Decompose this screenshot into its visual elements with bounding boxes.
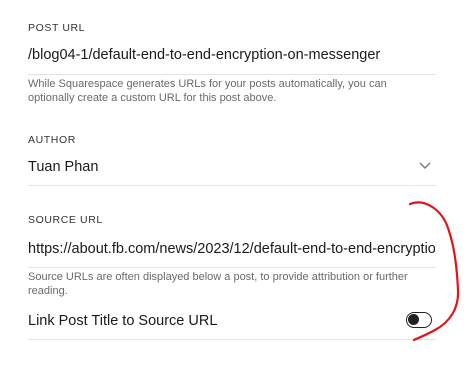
chevron-down-icon[interactable] bbox=[418, 161, 432, 171]
link-title-label: Link Post Title to Source URL bbox=[28, 313, 218, 329]
source-url-divider bbox=[28, 267, 436, 268]
source-url-input[interactable]: https://about.fb.com/news/2023/12/defaul… bbox=[28, 240, 435, 258]
post-url-help-line-1: While Squarespace generates URLs for you… bbox=[28, 78, 387, 90]
post-url-input[interactable]: /blog04-1/default-end-to-end-encryption-… bbox=[28, 46, 380, 64]
post-url-divider bbox=[28, 74, 436, 75]
source-url-help-line-1: Source URLs are often displayed below a … bbox=[28, 271, 408, 283]
source-url-label: SOURCE URL bbox=[28, 214, 103, 226]
post-url-help: While Squarespace generates URLs for you… bbox=[28, 77, 438, 105]
author-select[interactable]: Tuan Phan bbox=[28, 158, 98, 176]
source-url-help-line-2: reading. bbox=[28, 285, 68, 297]
author-divider bbox=[28, 185, 436, 186]
link-title-divider bbox=[28, 339, 436, 340]
source-url-help: Source URLs are often displayed below a … bbox=[28, 270, 438, 298]
link-title-toggle[interactable] bbox=[406, 312, 432, 328]
post-url-label: POST URL bbox=[28, 22, 86, 34]
post-url-help-line-2: optionally create a custom URL for this … bbox=[28, 92, 277, 104]
toggle-knob bbox=[408, 314, 419, 325]
author-label: AUTHOR bbox=[28, 134, 76, 146]
